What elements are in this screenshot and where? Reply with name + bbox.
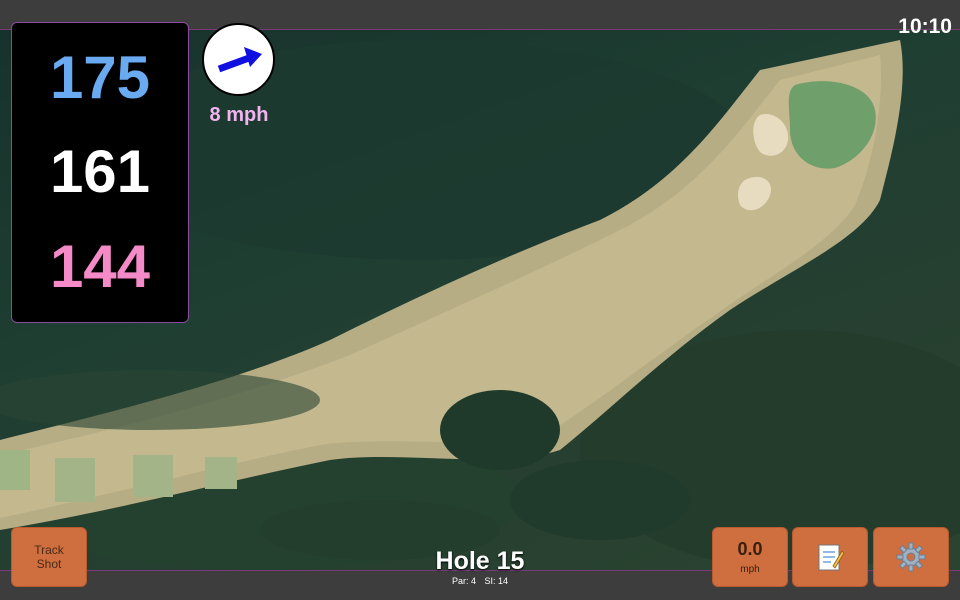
hole-title: Hole 15	[435, 547, 525, 575]
golf-gps-screen: 10:10 175 161 144 8 mph Track Shot Hole …	[0, 0, 960, 600]
wind-arrow-icon	[217, 47, 262, 73]
distance-panel: 175 161 144	[11, 22, 189, 323]
hole-stroke-index: SI: 14	[484, 576, 509, 586]
hole-info: Hole 15 Par: 4 SI: 14	[400, 547, 560, 587]
settings-button[interactable]	[873, 527, 949, 587]
track-shot-label: Track Shot	[34, 543, 64, 571]
hole-details: Par: 4 SI: 14	[400, 576, 560, 586]
front-distance: 144	[49, 232, 151, 300]
speed-unit: mph	[740, 564, 760, 575]
speed-button[interactable]: 0.0 mph	[712, 527, 788, 587]
wind-speed-label: 8 mph	[209, 104, 269, 126]
hole-par: Par: 4	[451, 576, 476, 586]
track-shot-button[interactable]: Track Shot	[11, 527, 87, 587]
clock-time: 10:10	[898, 15, 952, 38]
back-distance: 175	[49, 44, 151, 112]
wind-direction-indicator	[202, 23, 275, 96]
notes-button[interactable]	[792, 527, 868, 587]
gear-icon	[896, 542, 926, 572]
notepad-icon	[818, 544, 845, 571]
speed-value: 0.0	[737, 539, 763, 559]
center-distance: 161	[49, 138, 151, 206]
